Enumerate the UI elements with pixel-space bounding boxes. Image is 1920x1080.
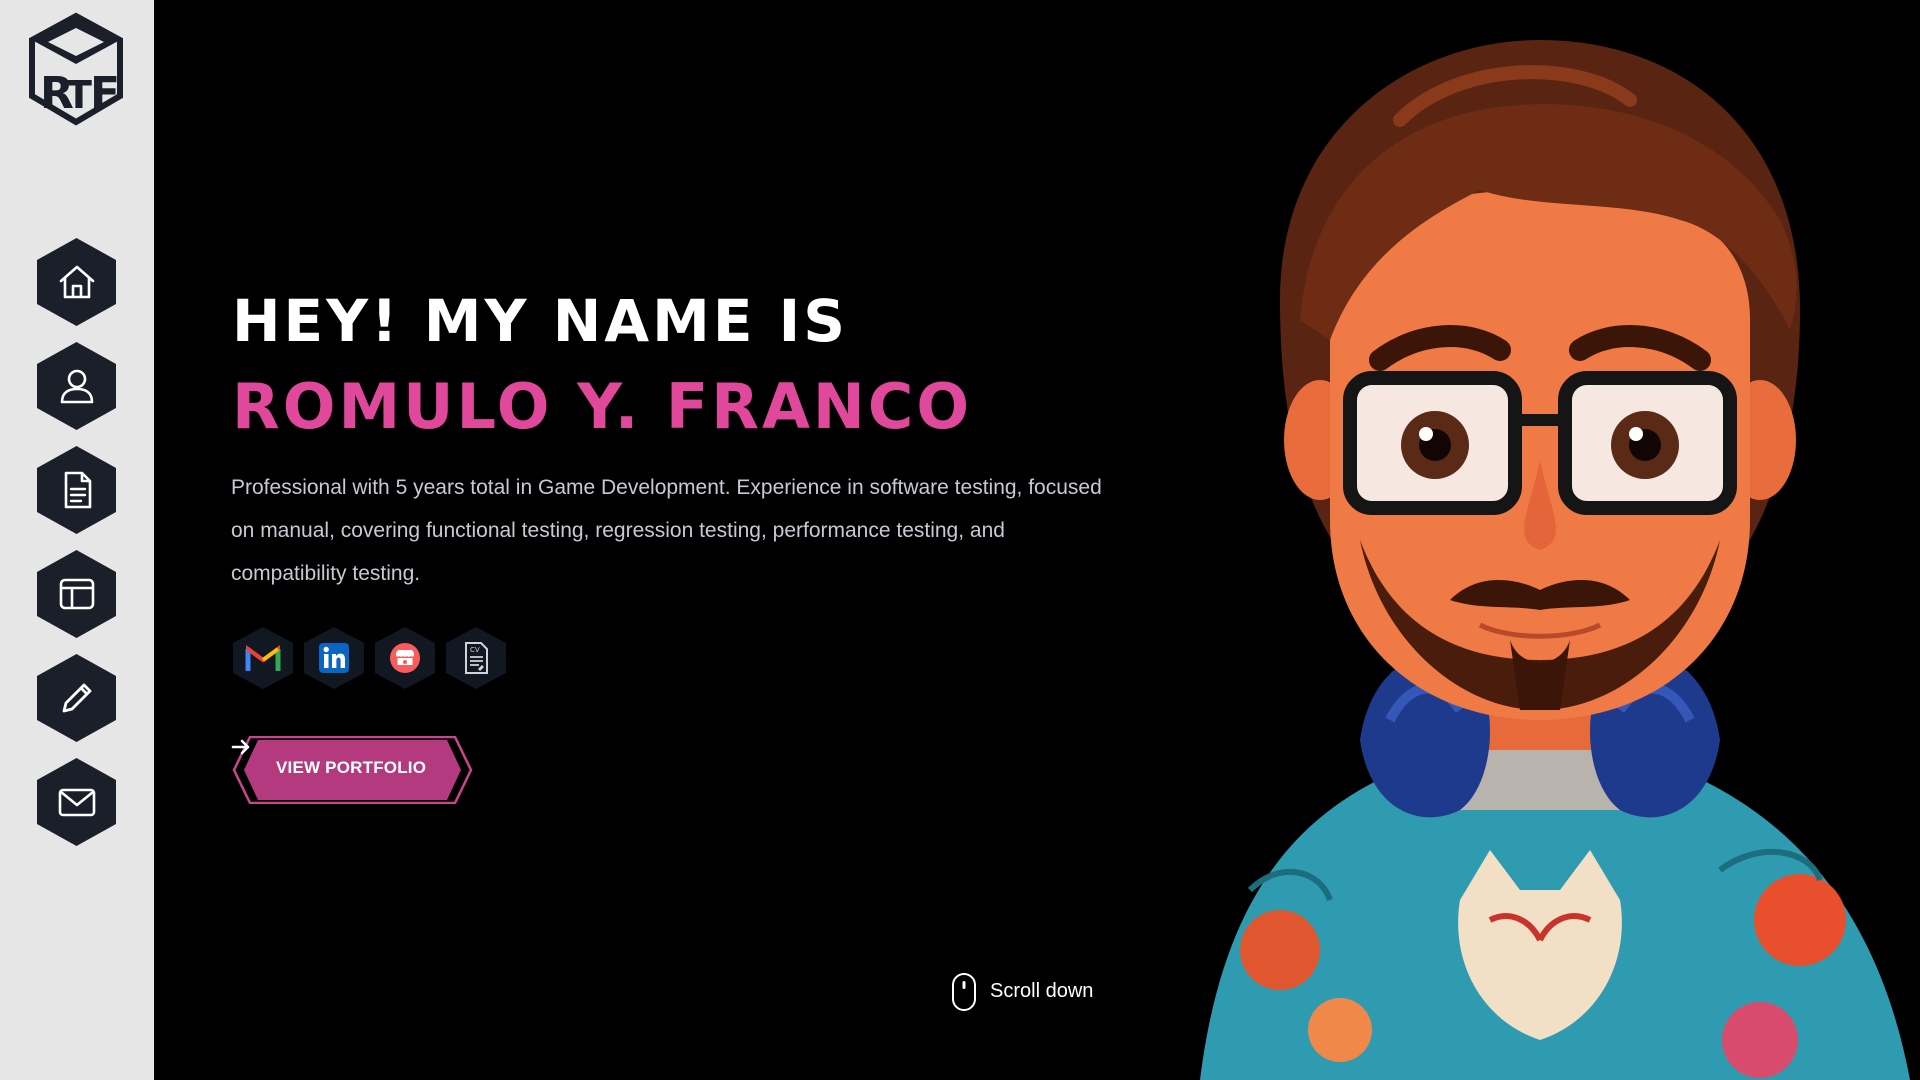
svg-text:T: T <box>66 73 92 117</box>
avatar-illustration <box>1200 40 1910 1080</box>
social-itchio[interactable] <box>374 626 436 690</box>
nav-about[interactable] <box>35 340 118 432</box>
linkedin-icon <box>319 643 349 673</box>
rtf-cube-logo[interactable]: R T F <box>26 12 126 127</box>
nav-home[interactable] <box>35 236 118 328</box>
document-icon <box>64 471 92 509</box>
hero-title: HEY! MY NAME IS ROMULO Y. FRANCO <box>232 278 1132 450</box>
scroll-down-label: Scroll down <box>990 980 1094 1002</box>
gmail-icon <box>245 645 281 671</box>
social-cv[interactable]: CV <box>445 626 507 690</box>
svg-text:CV: CV <box>470 646 480 654</box>
hero-greeting: HEY! MY NAME IS <box>232 287 849 355</box>
nav-contact[interactable] <box>35 756 118 848</box>
hero-description: Professional with 5 years total in Game … <box>231 476 1102 585</box>
social-gmail[interactable] <box>232 626 294 690</box>
mouse-icon <box>952 973 976 1011</box>
home-icon <box>59 265 95 299</box>
nav-portfolio[interactable] <box>35 548 118 640</box>
view-portfolio-label: VIEW PORTFOLIO <box>276 758 427 777</box>
arrow-right-icon <box>231 739 250 755</box>
cv-icon: CV <box>465 642 488 674</box>
social-linkedin[interactable] <box>303 626 365 690</box>
sidebar: R T F <box>0 0 154 1080</box>
layout-icon <box>59 578 95 610</box>
pencil-icon <box>62 683 92 713</box>
itchio-icon <box>390 643 420 673</box>
mail-icon <box>58 788 96 817</box>
view-portfolio-button[interactable]: VIEW PORTFOLIO <box>230 736 475 804</box>
hero-name: ROMULO Y. FRANCO <box>232 370 973 443</box>
user-icon <box>60 369 94 404</box>
nav-blog[interactable] <box>35 652 118 744</box>
nav-resume[interactable] <box>35 444 118 536</box>
svg-text:F: F <box>90 68 120 119</box>
